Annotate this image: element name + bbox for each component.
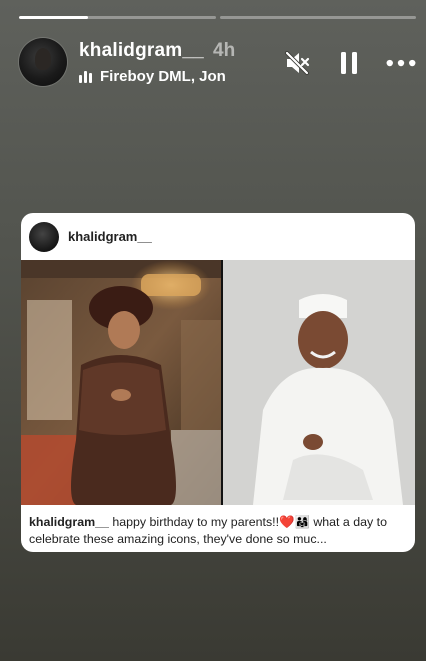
more-horizontal-icon[interactable] [386,48,416,78]
story-progress-bar [19,16,416,19]
post-header: khalidgram__ [21,213,415,260]
progress-segment-1 [19,16,216,19]
music-label: Fireboy DML, Jon [100,68,226,85]
post-caption[interactable]: khalidgram__ happy birthday to my parent… [29,514,407,548]
story-header: khalidgram__ 4h Fireboy DML, Jon [19,36,416,88]
avatar[interactable] [19,38,67,86]
shared-post-card[interactable]: khalidgram__ khalidgram__ happy birthday… [21,213,415,552]
story-username[interactable]: khalidgram__ [79,40,204,62]
progress-segment-2 [219,16,416,19]
story-controls [282,48,416,78]
photo-woman [21,260,221,505]
music-bars-icon [79,70,92,83]
music-attribution[interactable]: Fireboy DML, Jon [79,68,226,85]
post-username[interactable]: khalidgram__ [68,229,152,244]
photo-man [223,260,415,505]
post-avatar[interactable] [29,222,59,252]
caption-username[interactable]: khalidgram__ [29,515,109,529]
story-time: 4h [213,40,236,61]
speaker-muted-icon[interactable] [282,48,312,78]
pause-icon[interactable] [334,48,364,78]
post-image[interactable] [21,260,415,505]
